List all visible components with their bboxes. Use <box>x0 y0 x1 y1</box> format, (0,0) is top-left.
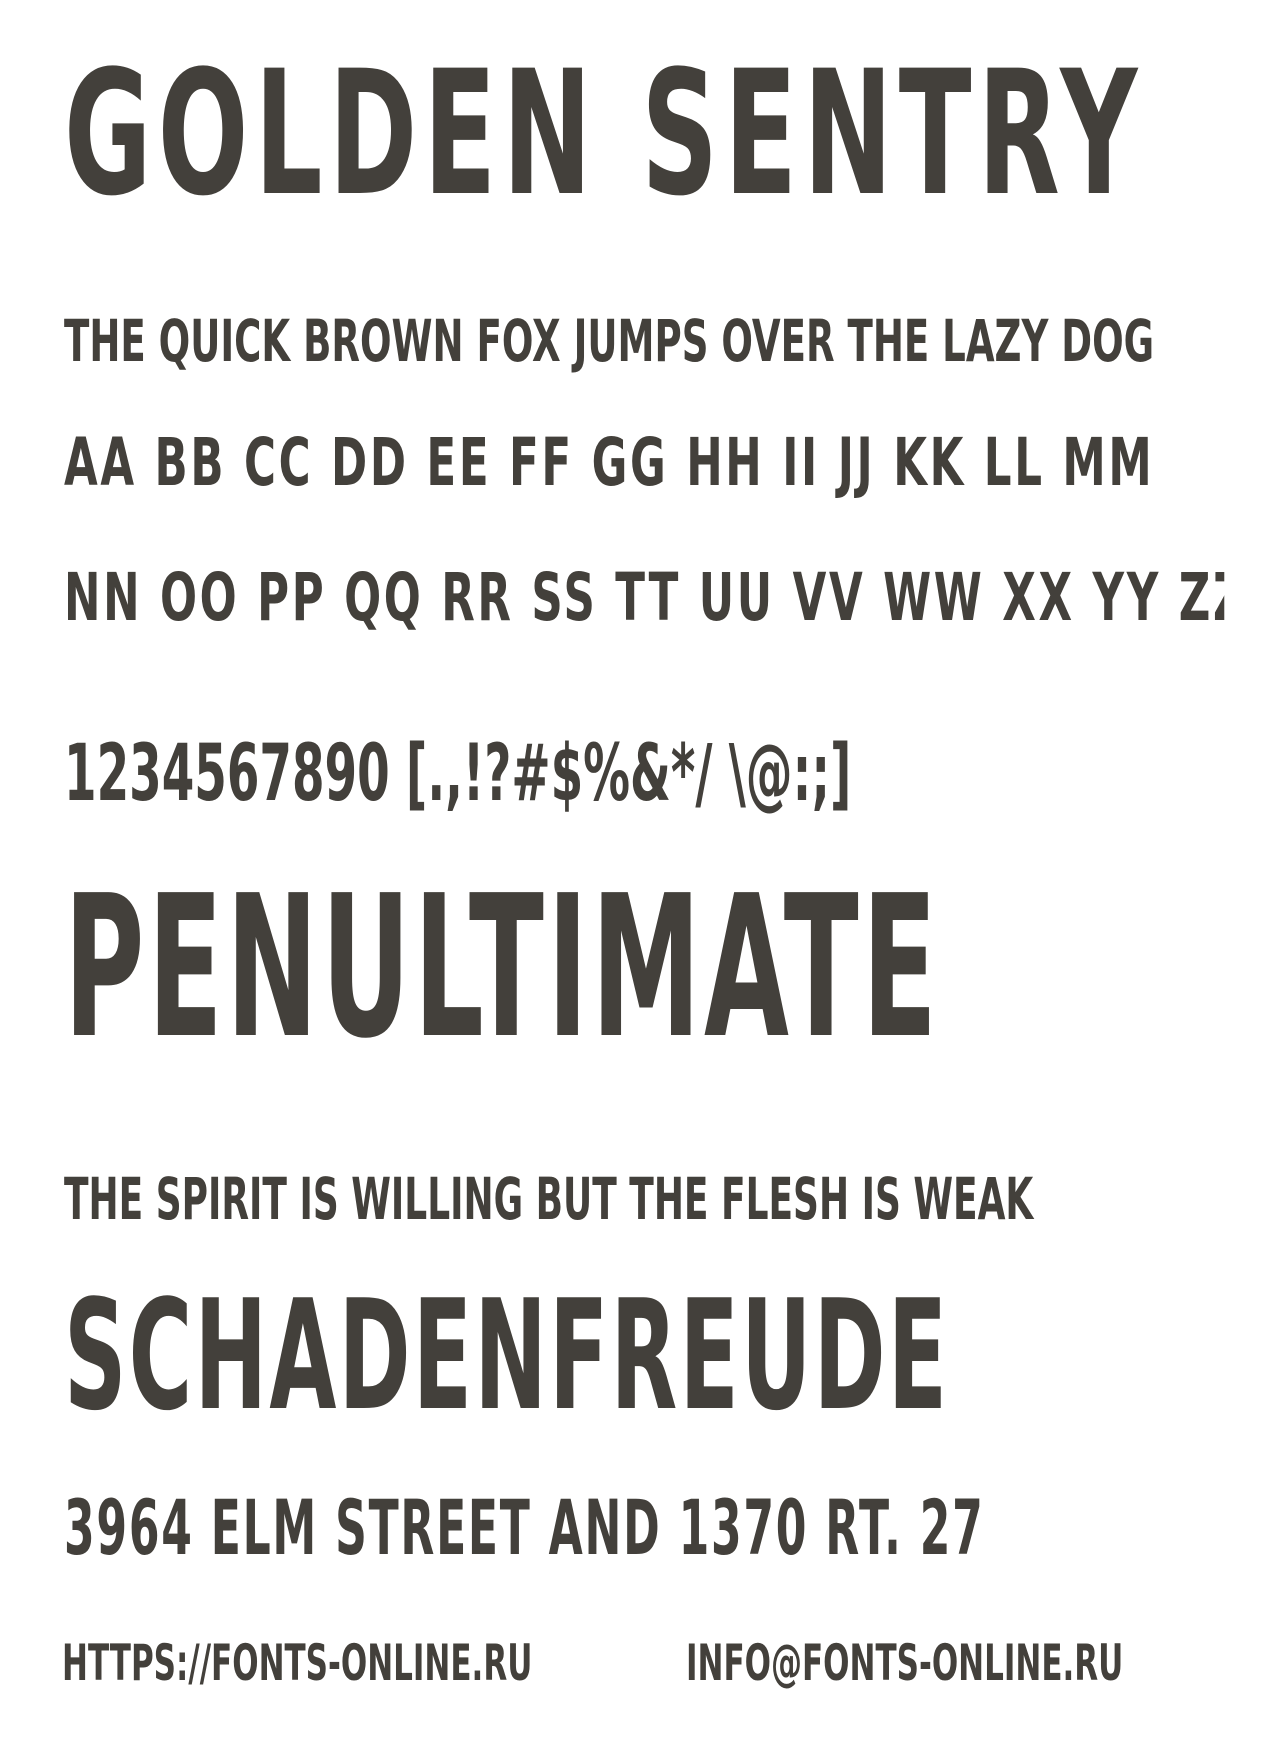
word-sample-schadenfreude: SCHADENFREUDE <box>64 1280 950 1444</box>
word-sample-penultimate: Penultimate <box>64 870 941 1082</box>
digits-symbols-sample: 1234567890 [.,!?#$%&*/ \@:;] <box>64 735 852 819</box>
proverb-sample: The spirit is willing but the flesh is w… <box>64 1170 1034 1233</box>
font-name-title: Golden Sentry <box>64 48 1144 234</box>
alphabet-sample-a-m: Aa Bb Cc Dd Ee Ff Gg Hh Ii Jj Kk Ll Mm <box>64 430 1155 501</box>
pangram-sample: The quick brown fox jumps over the lazy … <box>64 312 1155 375</box>
alphabet-sample-n-z: Nn Oo Pp Qq Rr Ss Tt Uu Vv Ww Xx Yy Zz <box>64 565 1225 636</box>
address-sample: 3964 Elm Street and 1370 Rt. 27 <box>64 1490 985 1572</box>
footer-email-link[interactable]: info@fonts-online.ru <box>686 1638 1123 1698</box>
footer-website-link[interactable]: https://fonts-online.ru <box>62 1638 532 1698</box>
